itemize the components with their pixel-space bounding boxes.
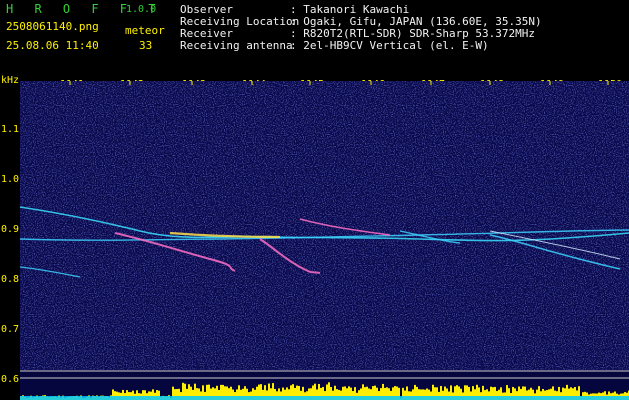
spectrogram-noise bbox=[20, 81, 629, 370]
antenna-value: : 2el-HB9CV Vertical (el. E-W) bbox=[290, 39, 489, 52]
y-tick-label: 0.7 bbox=[1, 324, 20, 335]
level-baseline bbox=[20, 396, 629, 400]
y-tick-label: 0.9 bbox=[1, 224, 20, 235]
counter-value: 33 bbox=[139, 39, 153, 52]
antenna-label: Receiving antenna bbox=[180, 39, 293, 52]
y-tick-label: 0.6 bbox=[1, 374, 20, 385]
spectrogram bbox=[20, 81, 629, 370]
app-version: 1.0.0 bbox=[126, 4, 157, 15]
file-datetime: 25.08.06 11:40 bbox=[6, 39, 99, 52]
counter-label: meteor bbox=[125, 24, 165, 37]
file-name: 2508061140.png bbox=[6, 20, 99, 33]
y-tick-label: 1.1 bbox=[1, 124, 20, 135]
level-meter bbox=[20, 370, 629, 400]
y-tick-label: 0.8 bbox=[1, 274, 20, 285]
y-tick-label: 1.0 bbox=[1, 174, 20, 185]
header-panel: H R O F F T 1.0.0 2508061140.png meteor … bbox=[0, 0, 629, 72]
unit-label: kHz bbox=[1, 75, 20, 86]
